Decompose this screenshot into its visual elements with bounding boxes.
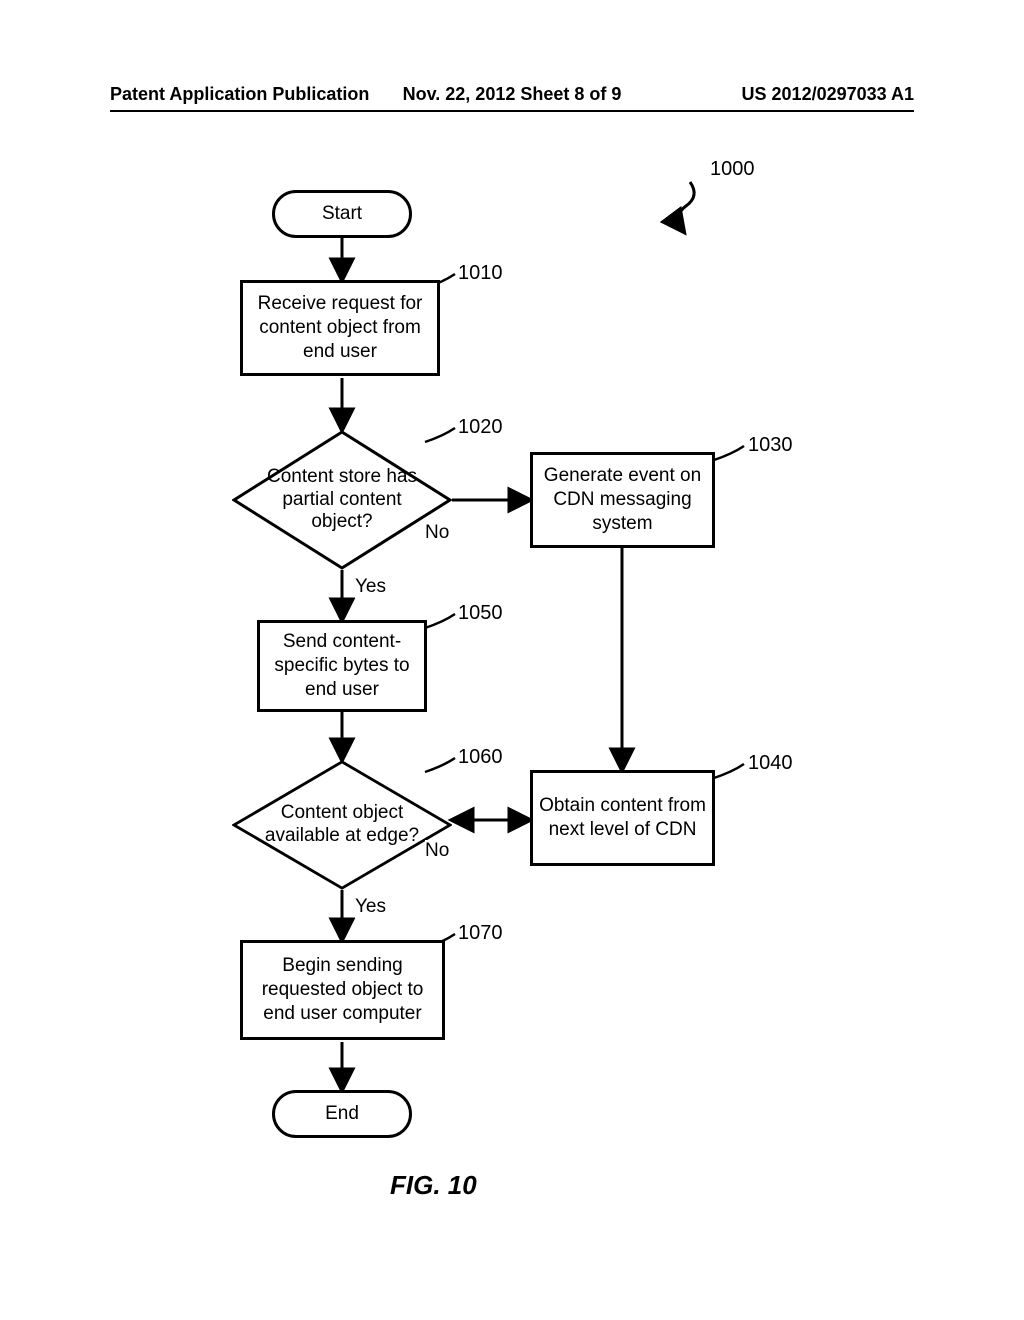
process-obtain-content-label: Obtain content from next level of CDN bbox=[539, 794, 706, 842]
figure-ref-number: 1000 bbox=[710, 158, 755, 181]
process-begin-sending-label: Begin sending requested object to end us… bbox=[249, 954, 436, 1025]
decision-available-edge-label: Content object available at edge? bbox=[232, 760, 452, 890]
ref-1030: 1030 bbox=[748, 434, 793, 457]
decision-partial-content-label: Content store has partial content object… bbox=[232, 430, 452, 570]
decision-partial-content: Content store has partial content object… bbox=[232, 430, 452, 570]
ref-1040: 1040 bbox=[748, 752, 793, 775]
figure-caption: FIG. 10 bbox=[390, 1170, 477, 1201]
process-send-bytes: Send content-specific bytes to end user bbox=[257, 620, 427, 712]
process-receive-request-label: Receive request for content object from … bbox=[249, 292, 431, 363]
terminator-end-label: End bbox=[325, 1102, 359, 1126]
terminator-start-label: Start bbox=[322, 202, 362, 226]
ref-1050: 1050 bbox=[458, 602, 503, 625]
process-obtain-content: Obtain content from next level of CDN bbox=[530, 770, 715, 866]
ref-1060: 1060 bbox=[458, 746, 503, 769]
ref-1010: 1010 bbox=[458, 262, 503, 285]
ref-1020: 1020 bbox=[458, 416, 503, 439]
process-generate-event-label: Generate event on CDN messaging system bbox=[539, 464, 706, 535]
page: Patent Application Publication Nov. 22, … bbox=[0, 0, 1024, 1320]
ref-1070: 1070 bbox=[458, 922, 503, 945]
edge-label-yes2: Yes bbox=[355, 896, 386, 918]
terminator-start: Start bbox=[272, 190, 412, 238]
process-send-bytes-label: Send content-specific bytes to end user bbox=[266, 630, 418, 701]
process-receive-request: Receive request for content object from … bbox=[240, 280, 440, 376]
flowchart-arrows bbox=[0, 0, 1024, 1320]
terminator-end: End bbox=[272, 1090, 412, 1138]
process-generate-event: Generate event on CDN messaging system bbox=[530, 452, 715, 548]
decision-available-edge: Content object available at edge? bbox=[232, 760, 452, 890]
process-begin-sending: Begin sending requested object to end us… bbox=[240, 940, 445, 1040]
edge-label-yes1: Yes bbox=[355, 576, 386, 598]
edge-label-no1: No bbox=[425, 522, 449, 544]
edge-label-no2: No bbox=[425, 840, 449, 862]
